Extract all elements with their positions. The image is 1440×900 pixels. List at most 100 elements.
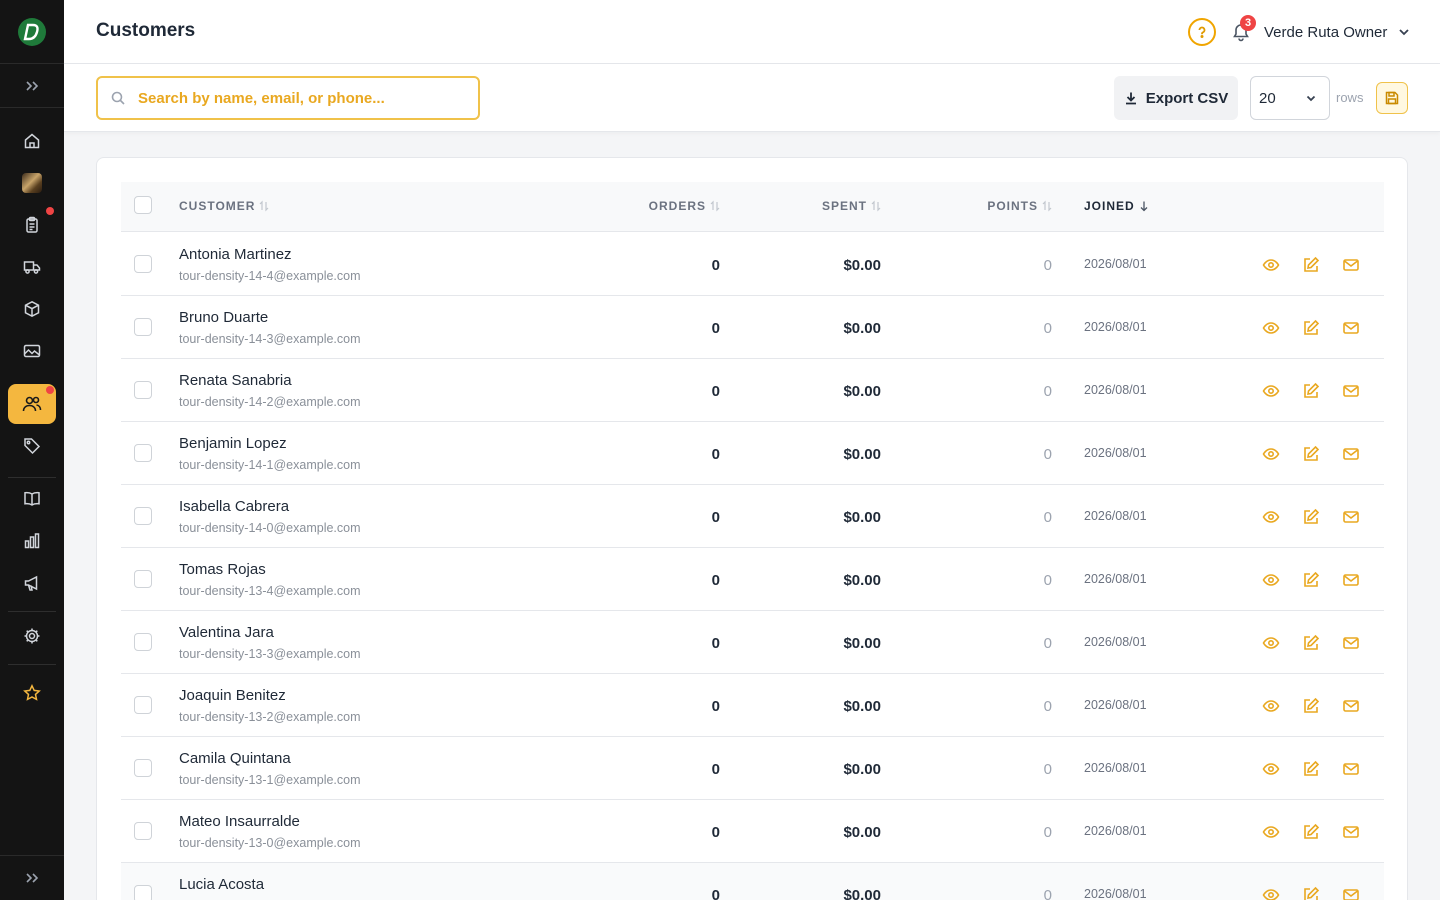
bar-chart-icon [23, 532, 41, 550]
sidebar-item-media[interactable] [10, 332, 54, 370]
row-checkbox[interactable] [134, 696, 152, 714]
view-button[interactable] [1261, 696, 1281, 716]
chevrons-right-icon [24, 78, 40, 94]
sidebar-divider [8, 611, 56, 612]
sidebar-item-settings[interactable] [10, 617, 54, 655]
column-header-orders[interactable]: ORDERS [649, 199, 720, 213]
view-button[interactable] [1261, 633, 1281, 653]
email-button[interactable] [1341, 885, 1361, 900]
sidebar-item-home[interactable] [10, 122, 54, 160]
help-button[interactable] [1188, 18, 1216, 46]
export-csv-button[interactable]: Export CSV [1114, 76, 1238, 120]
sidebar-item-marketing[interactable] [10, 564, 54, 602]
view-button[interactable] [1261, 759, 1281, 779]
column-header-customer[interactable]: CUSTOMER [179, 199, 269, 213]
email-button[interactable] [1341, 570, 1361, 590]
table-row[interactable]: Bruno Duarte tour-density-14-3@example.c… [121, 296, 1384, 359]
sidebar-item-profile-photo[interactable] [10, 164, 54, 202]
edit-button[interactable] [1301, 885, 1321, 900]
row-checkbox[interactable] [134, 381, 152, 399]
table-row[interactable]: Antonia Martinez tour-density-14-4@examp… [121, 233, 1384, 296]
table-row[interactable]: Isabella Cabrera tour-density-14-0@examp… [121, 485, 1384, 548]
email-button[interactable] [1341, 759, 1361, 779]
row-checkbox[interactable] [134, 507, 152, 525]
view-button[interactable] [1261, 444, 1281, 464]
row-checkbox[interactable] [134, 570, 152, 588]
column-points-label: POINTS [987, 199, 1038, 213]
customer-orders: 0 [711, 446, 720, 463]
edit-button[interactable] [1301, 570, 1321, 590]
email-button[interactable] [1341, 381, 1361, 401]
customer-points: 0 [1043, 824, 1052, 841]
view-button[interactable] [1261, 507, 1281, 527]
customer-joined-date: 2026/08/01 [1084, 824, 1147, 838]
customer-points: 0 [1043, 635, 1052, 652]
sidebar-item-delivery[interactable] [10, 248, 54, 286]
view-button[interactable] [1261, 255, 1281, 275]
customer-points: 0 [1043, 509, 1052, 526]
sidebar-item-catalog[interactable] [10, 480, 54, 518]
select-all-checkbox[interactable] [134, 196, 152, 214]
view-button[interactable] [1261, 885, 1281, 900]
sidebar-expand-button[interactable] [0, 64, 64, 108]
orders-notification-dot [46, 207, 54, 215]
row-checkbox[interactable] [134, 633, 152, 651]
table-row[interactable]: Renata Sanabria tour-density-14-2@exampl… [121, 359, 1384, 422]
user-menu[interactable]: Verde Ruta Owner [1264, 20, 1411, 44]
sidebar-item-premium[interactable] [10, 674, 54, 712]
row-checkbox[interactable] [134, 885, 152, 900]
sort-icon [710, 200, 720, 212]
view-button[interactable] [1261, 822, 1281, 842]
edit-icon [1302, 886, 1320, 900]
email-button[interactable] [1341, 255, 1361, 275]
view-button[interactable] [1261, 318, 1281, 338]
edit-button[interactable] [1301, 822, 1321, 842]
email-button[interactable] [1341, 507, 1361, 527]
row-checkbox[interactable] [134, 759, 152, 777]
table-row[interactable]: Tomas Rojas tour-density-13-4@example.co… [121, 548, 1384, 611]
sidebar-item-analytics[interactable] [10, 522, 54, 560]
save-view-button[interactable] [1376, 82, 1408, 114]
eye-icon [1262, 697, 1280, 715]
table-row[interactable]: Valentina Jara tour-density-13-3@example… [121, 611, 1384, 674]
table-row[interactable]: Lucia Acosta 0 $0.00 0 2026/08/01 [121, 863, 1384, 900]
edit-button[interactable] [1301, 633, 1321, 653]
edit-icon [1302, 445, 1320, 463]
edit-button[interactable] [1301, 759, 1321, 779]
table-row[interactable]: Camila Quintana tour-density-13-1@exampl… [121, 737, 1384, 800]
search-input[interactable] [98, 78, 478, 118]
email-button[interactable] [1341, 696, 1361, 716]
email-button[interactable] [1341, 318, 1361, 338]
view-button[interactable] [1261, 570, 1281, 590]
column-header-joined[interactable]: JOINED [1084, 199, 1149, 213]
row-checkbox[interactable] [134, 444, 152, 462]
top-header: Customers 3 Verde Ruta Owner [64, 0, 1440, 64]
edit-icon [1302, 508, 1320, 526]
brand-logo[interactable] [0, 0, 64, 64]
row-checkbox[interactable] [134, 255, 152, 273]
table-row[interactable]: Mateo Insaurralde tour-density-13-0@exam… [121, 800, 1384, 863]
view-button[interactable] [1261, 381, 1281, 401]
customer-joined-date: 2026/08/01 [1084, 320, 1147, 334]
sidebar-collapse-toggle[interactable] [0, 855, 64, 900]
rows-per-page-select[interactable]: 20 [1250, 76, 1330, 120]
table-row[interactable]: Benjamin Lopez tour-density-14-1@example… [121, 422, 1384, 485]
row-checkbox[interactable] [134, 822, 152, 840]
edit-button[interactable] [1301, 318, 1321, 338]
email-button[interactable] [1341, 444, 1361, 464]
edit-button[interactable] [1301, 507, 1321, 527]
sidebar-item-products[interactable] [10, 290, 54, 328]
email-button[interactable] [1341, 822, 1361, 842]
row-checkbox[interactable] [134, 318, 152, 336]
edit-button[interactable] [1301, 444, 1321, 464]
column-header-points[interactable]: POINTS [987, 199, 1052, 213]
edit-button[interactable] [1301, 255, 1321, 275]
table-row[interactable]: Joaquin Benitez tour-density-13-2@exampl… [121, 674, 1384, 737]
edit-button[interactable] [1301, 381, 1321, 401]
email-button[interactable] [1341, 633, 1361, 653]
column-header-spent[interactable]: SPENT [822, 199, 881, 213]
customer-orders: 0 [711, 509, 720, 526]
sidebar-item-discounts[interactable] [10, 427, 54, 465]
chevrons-right-icon [24, 870, 40, 886]
edit-button[interactable] [1301, 696, 1321, 716]
